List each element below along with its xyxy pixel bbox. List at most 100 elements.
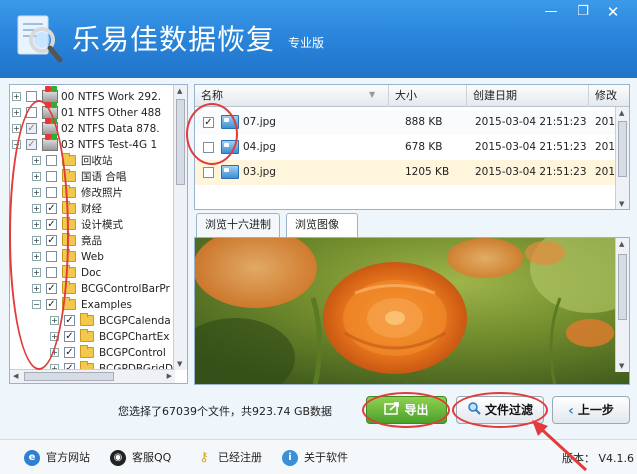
tab-hex[interactable]: 浏览十六进制	[196, 213, 280, 237]
file-created: 2015-03-04 21:51:23	[475, 116, 587, 128]
official-site-link[interactable]: e 官方网站	[24, 450, 104, 466]
tab-image[interactable]: 浏览图像	[286, 213, 358, 237]
tree-checkbox[interactable]	[26, 107, 37, 118]
expand-toggle-icon[interactable]: −	[32, 300, 41, 309]
app-title: 乐易佳数据恢复	[72, 23, 276, 56]
minimize-button[interactable]: —	[538, 2, 564, 22]
tree-checkbox[interactable]	[46, 267, 57, 278]
expand-toggle-icon[interactable]: +	[32, 252, 41, 261]
tree-checkbox[interactable]	[26, 91, 37, 102]
scroll-right-icon[interactable]: ▶	[167, 372, 172, 380]
tree-checkbox[interactable]	[46, 155, 57, 166]
expand-toggle-icon[interactable]: +	[50, 316, 59, 325]
scroll-thumb[interactable]	[618, 254, 627, 320]
scroll-thumb[interactable]	[618, 121, 627, 177]
about-link[interactable]: i 关于软件	[282, 450, 362, 466]
scroll-left-icon[interactable]: ◀	[13, 372, 18, 380]
scroll-down-icon[interactable]: ▼	[619, 200, 624, 208]
support-qq-link[interactable]: ◉ 客服QQ	[110, 450, 190, 466]
folder-icon	[62, 153, 76, 166]
ie-icon: e	[24, 450, 40, 466]
expand-toggle-icon[interactable]: +	[12, 124, 21, 133]
tree-checkbox[interactable]	[46, 203, 57, 214]
close-button[interactable]: ✕	[600, 2, 626, 22]
tree-checkbox[interactable]	[64, 347, 75, 358]
tree-checkbox[interactable]	[46, 219, 57, 230]
folder-icon	[80, 345, 94, 358]
tree-item-label: BCGControlBarPr	[81, 283, 170, 295]
expand-toggle-icon[interactable]: +	[32, 236, 41, 245]
expand-toggle-icon[interactable]: +	[50, 348, 59, 357]
tree-checkbox[interactable]	[64, 315, 75, 326]
expand-toggle-icon[interactable]: +	[32, 172, 41, 181]
scroll-up-icon[interactable]: ▲	[619, 240, 624, 248]
scroll-down-icon[interactable]: ▼	[177, 360, 182, 368]
tree-item-label: 设计模式	[81, 219, 123, 231]
qq-penguin-icon: ◉	[110, 450, 126, 466]
maximize-button[interactable]: ❐	[570, 2, 596, 22]
tree-checkbox[interactable]	[26, 139, 37, 150]
file-list: 名称 ▼ 大小 创建日期 修改 07.jpg 888 KB 2015-03-04 2…	[194, 84, 630, 210]
column-size[interactable]: 大小	[389, 85, 467, 107]
tree-item-label: Web	[81, 251, 104, 263]
scroll-down-icon[interactable]: ▼	[619, 362, 624, 370]
tree-checkbox[interactable]	[64, 331, 75, 342]
magnifier-logo-icon	[17, 15, 63, 63]
expand-toggle-icon[interactable]: +	[32, 268, 41, 277]
file-row[interactable]: 07.jpg888 KB2015-03-04 21:51:232015	[195, 110, 622, 135]
file-checkbox[interactable]	[203, 167, 214, 178]
tree-horizontal-scrollbar[interactable]: ◀ ▶	[10, 369, 175, 383]
column-created[interactable]: 创建日期	[467, 85, 589, 107]
tree-checkbox[interactable]	[46, 171, 57, 182]
expand-toggle-icon[interactable]: +	[12, 92, 21, 101]
directory-tree[interactable]: +00 NTFS Work 292. +01 NTFS Other 488 +02 …	[9, 84, 188, 384]
tree-checkbox[interactable]	[46, 299, 57, 310]
folder-icon	[62, 265, 76, 278]
tree-checkbox[interactable]	[46, 187, 57, 198]
image-file-icon	[221, 115, 239, 129]
folder-icon	[80, 313, 94, 326]
expand-toggle-icon[interactable]: +	[32, 188, 41, 197]
app-edition: 专业版	[288, 36, 325, 50]
export-button[interactable]: 导出	[366, 396, 447, 424]
expand-toggle-icon[interactable]: −	[12, 140, 21, 149]
expand-toggle-icon[interactable]: +	[12, 108, 21, 117]
expand-toggle-icon[interactable]: +	[50, 332, 59, 341]
file-row[interactable]: 03.jpg 1205 KB 2015-03-04 21:51:23 2015	[195, 160, 622, 185]
file-row[interactable]: 04.jpg 678 KB 2015-03-04 21:51:23 2015	[195, 135, 622, 160]
expand-toggle-icon[interactable]: +	[32, 220, 41, 229]
file-checkbox[interactable]	[203, 142, 214, 153]
tree-checkbox[interactable]	[26, 123, 37, 134]
preview-scrollbar[interactable]: ▲ ▼	[615, 238, 629, 372]
scroll-up-icon[interactable]: ▲	[177, 87, 182, 95]
file-checkbox[interactable]	[203, 117, 214, 128]
scroll-thumb[interactable]	[176, 99, 185, 185]
expand-toggle-icon[interactable]: +	[32, 284, 41, 293]
export-label: 导出	[404, 403, 429, 417]
column-modified[interactable]: 修改	[589, 85, 629, 107]
scroll-thumb[interactable]	[24, 372, 114, 381]
file-list-scrollbar[interactable]: ▲ ▼	[615, 107, 629, 209]
column-name[interactable]: 名称	[195, 85, 389, 107]
tree-item-label: 国语 合唱	[81, 171, 127, 183]
scroll-up-icon[interactable]: ▲	[619, 109, 624, 117]
file-created: 2015-03-04 21:51:23	[475, 141, 587, 153]
title-bar: 乐易佳数据恢复 专业版 — ❐ ✕	[0, 0, 637, 78]
tree-checkbox[interactable]	[46, 251, 57, 262]
expand-toggle-icon[interactable]: +	[32, 204, 41, 213]
expand-toggle-icon[interactable]: +	[32, 156, 41, 165]
tree-item-label: 02 NTFS Data 878.	[61, 123, 160, 135]
tree-vertical-scrollbar[interactable]: ▲ ▼	[173, 85, 187, 370]
tree-item-label: 00 NTFS Work 292.	[61, 91, 162, 103]
file-name: 03.jpg	[243, 166, 276, 178]
tree-item-label: 竟品	[81, 235, 102, 247]
image-preview: ▲ ▼	[194, 237, 630, 385]
registered-link[interactable]: ⚷ 已经注册	[196, 450, 276, 466]
tree-checkbox[interactable]	[46, 283, 57, 294]
tree-checkbox[interactable]	[46, 235, 57, 246]
file-size: 678 KB	[405, 141, 443, 153]
tree-item-label: BCGPControl	[99, 347, 166, 359]
key-icon: ⚷	[199, 450, 209, 465]
tree-item-label: 财经	[81, 203, 102, 215]
file-size: 888 KB	[405, 116, 443, 128]
